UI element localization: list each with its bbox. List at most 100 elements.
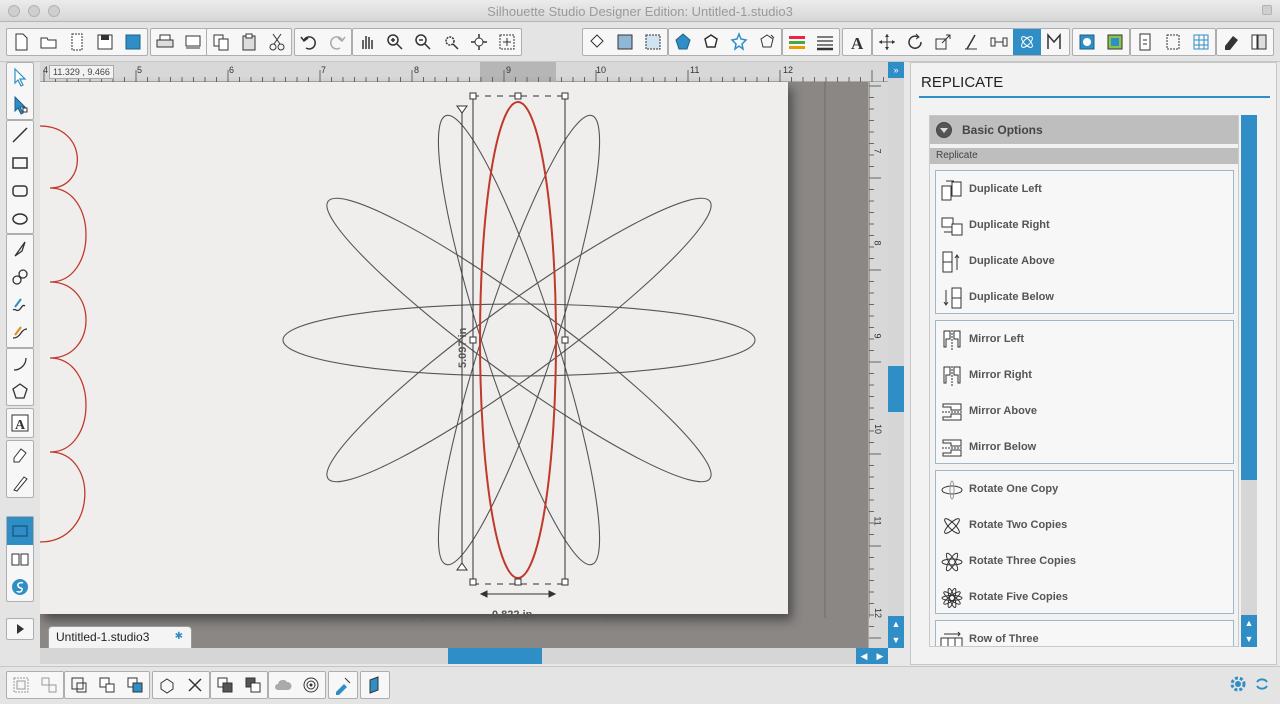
basic-options-header[interactable]: Basic Options: [930, 116, 1238, 144]
curve-tool-icon[interactable]: [7, 263, 33, 291]
paste-icon[interactable]: [235, 29, 263, 55]
save-icon[interactable]: [91, 29, 119, 55]
zoom-in-icon[interactable]: [381, 29, 409, 55]
grid-icon[interactable]: [1187, 29, 1215, 55]
send-icon[interactable]: [361, 672, 389, 698]
trace-area-icon[interactable]: [329, 672, 357, 698]
selected-ellipse[interactable]: [479, 101, 557, 579]
open-file-icon[interactable]: [35, 29, 63, 55]
offset-rings-icon[interactable]: [297, 672, 325, 698]
rounded-rectangle-tool-icon[interactable]: [7, 177, 33, 205]
redo-icon[interactable]: [323, 29, 351, 55]
zoom-out-icon[interactable]: [409, 29, 437, 55]
line-color-icon[interactable]: [669, 29, 697, 55]
copy-icon[interactable]: [207, 29, 235, 55]
mirror-above-button[interactable]: Mirror Above: [936, 395, 1233, 429]
layers-icon[interactable]: [1159, 29, 1187, 55]
sync-icon[interactable]: [1248, 671, 1276, 697]
replicate-icon[interactable]: [1013, 29, 1041, 55]
new-library-icon[interactable]: [63, 29, 91, 55]
release-compound-path-icon[interactable]: [93, 672, 121, 698]
print-icon[interactable]: [151, 29, 179, 55]
horizontal-scroll-thumb[interactable]: [448, 648, 542, 664]
fill-gradient-icon[interactable]: [611, 29, 639, 55]
trace-icon[interactable]: [753, 29, 781, 55]
knife-tool-icon[interactable]: [7, 469, 33, 497]
document-tab[interactable]: Untitled-1.studio3 ✱: [48, 626, 192, 648]
eraser-tool-icon[interactable]: [7, 441, 33, 469]
rotate-two-copies-button[interactable]: Rotate Two Copies: [936, 509, 1233, 543]
rotate-icon[interactable]: [901, 29, 929, 55]
scroll-up-button[interactable]: ▲: [888, 616, 904, 632]
pan-hand-icon[interactable]: [353, 29, 381, 55]
panel-scrollbar[interactable]: ▲ ▼: [1241, 115, 1257, 647]
library-panel-icon[interactable]: [1245, 29, 1273, 55]
cloud-icon[interactable]: [269, 672, 297, 698]
duplicate-above-button[interactable]: Duplicate Above: [936, 245, 1233, 279]
horizontal-scrollbar[interactable]: ◀ ▶: [40, 648, 888, 664]
collapse-panel-button[interactable]: »: [888, 62, 904, 78]
panel-scroll-thumb[interactable]: [1241, 115, 1257, 480]
scale-icon[interactable]: [929, 29, 957, 55]
save-to-library-icon[interactable]: [119, 29, 147, 55]
shear-icon[interactable]: [957, 29, 985, 55]
line-weight-icon[interactable]: [811, 29, 839, 55]
scalloped-border-shape[interactable]: [40, 125, 87, 543]
page-setup-icon[interactable]: [1073, 29, 1101, 55]
fill-pattern-icon[interactable]: [639, 29, 667, 55]
library-book-icon[interactable]: [7, 545, 33, 573]
cut-settings-icon[interactable]: [1101, 29, 1129, 55]
ungroup-icon[interactable]: [35, 672, 63, 698]
modify-icon[interactable]: [1041, 29, 1069, 55]
panel-scroll-up-button[interactable]: ▲: [1241, 615, 1257, 631]
design-canvas[interactable]: 4 5 6 7 8 9 10 11 12 11.329 , 9.466 7 8 …: [40, 62, 888, 648]
scroll-down-button[interactable]: ▼: [888, 632, 904, 648]
ellipse-tool-icon[interactable]: [7, 205, 33, 233]
transform-icon[interactable]: [873, 29, 901, 55]
duplicate-left-button[interactable]: Duplicate Left: [936, 173, 1233, 207]
tab-close-icon[interactable]: ✱: [175, 627, 183, 647]
silhouette-store-icon[interactable]: [7, 573, 33, 601]
duplicate-right-button[interactable]: Duplicate Right: [936, 209, 1233, 243]
collapse-arrow-icon[interactable]: [936, 122, 952, 138]
send-to-back-icon[interactable]: [239, 672, 267, 698]
panel-scroll-down-button[interactable]: ▼: [1241, 631, 1257, 647]
selection-handles[interactable]: [469, 92, 569, 586]
edit-points-icon[interactable]: [7, 91, 33, 119]
new-file-icon[interactable]: [7, 29, 35, 55]
print-cut-icon[interactable]: [179, 29, 207, 55]
select-tool-icon[interactable]: [7, 63, 33, 91]
vertical-scroll-thumb[interactable]: [888, 366, 904, 412]
smooth-freehand-tool-icon[interactable]: [7, 319, 33, 347]
delete-icon[interactable]: [181, 672, 209, 698]
send-to-silhouette-icon[interactable]: [1131, 29, 1159, 55]
zoom-select-icon[interactable]: [437, 29, 465, 55]
scroll-right-button[interactable]: ▶: [872, 648, 888, 664]
make-compound-path-icon[interactable]: [65, 672, 93, 698]
mirror-right-button[interactable]: Mirror Right: [936, 359, 1233, 393]
freehand-tool-icon[interactable]: [7, 291, 33, 319]
mirror-below-button[interactable]: Mirror Below: [936, 431, 1233, 465]
undo-icon[interactable]: [295, 29, 323, 55]
release-group-icon[interactable]: [121, 672, 149, 698]
group-icon[interactable]: [7, 672, 35, 698]
mirror-left-button[interactable]: Mirror Left: [936, 323, 1233, 357]
rectangle-tool-icon[interactable]: [7, 149, 33, 177]
line-style-icon[interactable]: [697, 29, 725, 55]
row-of-three-button[interactable]: Row of Three: [936, 623, 1233, 646]
line-color-bars-icon[interactable]: [783, 29, 811, 55]
rotate-three-copies-button[interactable]: Rotate Three Copies: [936, 545, 1233, 579]
cut-icon[interactable]: [263, 29, 291, 55]
offset-icon[interactable]: [725, 29, 753, 55]
vertical-scrollbar[interactable]: » ▲ ▼: [888, 62, 904, 648]
flower-ellipses[interactable]: [282, 104, 756, 575]
line-tool-icon[interactable]: [7, 121, 33, 149]
bring-to-front-icon[interactable]: [211, 672, 239, 698]
weld-icon[interactable]: [153, 672, 181, 698]
scroll-left-button[interactable]: ◀: [856, 648, 872, 664]
fullscreen-button[interactable]: [1262, 5, 1272, 15]
arc-tool-icon[interactable]: [7, 349, 33, 377]
align-icon[interactable]: [985, 29, 1013, 55]
regular-polygon-tool-icon[interactable]: [7, 377, 33, 405]
fit-to-page-icon[interactable]: [493, 29, 521, 55]
